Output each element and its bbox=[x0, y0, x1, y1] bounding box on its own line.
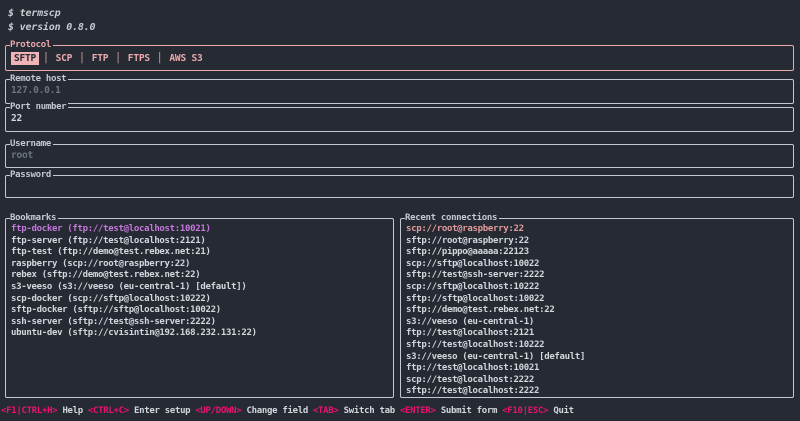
recent-connection-item[interactable]: scp://test@localhost:2222 bbox=[406, 375, 789, 387]
footer-hint-label: Help bbox=[62, 406, 82, 416]
footer-hint-key: <UP/DOWN> bbox=[195, 406, 241, 416]
recent-connection-item[interactable]: ftp://test@localhost:10021 bbox=[406, 363, 789, 375]
bookmarks-list: ftp-docker (ftp://test@localhost:10021)f… bbox=[6, 219, 393, 340]
terminal-intro-line-1: $ termscp bbox=[8, 7, 60, 20]
bookmark-item[interactable]: ftp-test (ftp://demo@test.rebex.net:21) bbox=[11, 247, 389, 259]
password-field[interactable]: Password bbox=[5, 175, 794, 198]
footer-hint-key: <F10|ESC> bbox=[502, 406, 548, 416]
protocol-tab-scp[interactable]: SCP bbox=[53, 52, 76, 65]
protocol-tab-ftps[interactable]: FTPS bbox=[125, 52, 153, 65]
footer-hint: <ENTER> Submit form bbox=[400, 405, 497, 417]
tab-separator: │ bbox=[39, 53, 53, 64]
bookmark-item[interactable]: s3-veeso (s3://veeso (eu-central-1) [def… bbox=[11, 282, 389, 294]
username-field[interactable]: Username root bbox=[5, 144, 794, 168]
footer-hint-key: <F1|CTRL+H> bbox=[1, 406, 57, 416]
username-input[interactable]: root bbox=[11, 147, 788, 165]
footer-hint: <TAB> Switch tab bbox=[313, 405, 395, 417]
recent-connection-item[interactable]: sftp://root@raspberry:22 bbox=[406, 236, 789, 248]
bookmark-item[interactable]: raspberry (scp://root@raspberry:22) bbox=[11, 259, 389, 271]
port-number-field[interactable]: Port number 22 bbox=[5, 107, 794, 132]
protocol-tab-ftp[interactable]: FTP bbox=[89, 52, 112, 65]
recent-connections-panel: Recent connections scp://root@raspberry:… bbox=[400, 218, 794, 398]
bookmark-item[interactable]: rebex (sftp://demo@test.rebex.net:22) bbox=[11, 270, 389, 282]
footer-hint-key: <CTRL+C> bbox=[88, 406, 129, 416]
termscp-window: $ termscp $ version 0.8.0 Protocol SFTP│… bbox=[0, 0, 800, 421]
protocol-tab-sftp[interactable]: SFTP bbox=[11, 52, 39, 65]
terminal-intro-line-2: $ version 0.8.0 bbox=[8, 21, 95, 34]
protocol-box: Protocol SFTP│SCP│FTP│FTPS│AWS S3 bbox=[5, 45, 794, 71]
port-number-input[interactable]: 22 bbox=[11, 110, 788, 128]
recent-connection-item[interactable]: sftp://test@localhost:2222 bbox=[406, 386, 789, 398]
footer-hint-key: <ENTER> bbox=[400, 406, 436, 416]
recent-connection-item[interactable]: scp://sftp@localhost:10222 bbox=[406, 282, 789, 294]
footer-hint-label: Enter setup bbox=[134, 406, 190, 416]
recent-connections-label: Recent connections bbox=[405, 213, 499, 224]
recent-connection-item[interactable]: sftp://test@localhost:10222 bbox=[406, 340, 789, 352]
bookmark-item[interactable]: ftp-server (ftp://test@localhost:2121) bbox=[11, 236, 389, 248]
recent-connection-item[interactable]: sftp://sftp@localhost:10022 bbox=[406, 294, 789, 306]
recent-connection-item[interactable]: ftp://test@localhost:2121 bbox=[406, 328, 789, 340]
footer-hint: <UP/DOWN> Change field bbox=[195, 405, 308, 417]
footer-hint-label: Submit form bbox=[441, 406, 497, 416]
bookmarks-panel: Bookmarks ftp-docker (ftp://test@localho… bbox=[5, 218, 394, 398]
protocol-box-label: Protocol bbox=[10, 40, 53, 51]
footer-hint: <CTRL+C> Enter setup bbox=[88, 405, 190, 417]
tab-separator: │ bbox=[153, 53, 167, 64]
bookmark-item[interactable]: ubuntu-dev (sftp://cvisintin@192.168.232… bbox=[11, 328, 389, 340]
recent-connection-item[interactable]: sftp://test@ssh-server:2222 bbox=[406, 270, 789, 282]
remote-host-field[interactable]: Remote host 127.0.0.1 bbox=[5, 79, 794, 104]
recent-connection-item[interactable]: sftp://demo@test.rebex.net:22 bbox=[406, 305, 789, 317]
protocol-tab-aws-s3[interactable]: AWS S3 bbox=[166, 52, 205, 65]
tab-separator: │ bbox=[111, 53, 125, 64]
bookmark-item[interactable]: scp-docker (scp://sftp@localhost:10222) bbox=[11, 294, 389, 306]
footer-hint-label: Switch tab bbox=[344, 406, 395, 416]
protocol-tabs: SFTP│SCP│FTP│FTPS│AWS S3 bbox=[6, 46, 793, 70]
tab-separator: │ bbox=[75, 53, 89, 64]
footer-bar: <F1|CTRL+H> Help <CTRL+C> Enter setup <UP/… bbox=[1, 405, 800, 417]
recent-connection-item[interactable]: scp://root@raspberry:22 bbox=[406, 224, 789, 236]
bookmark-item[interactable]: ssh-server (sftp://test@ssh-server:2222) bbox=[11, 317, 389, 329]
footer-hint-key: <TAB> bbox=[313, 406, 339, 416]
bookmark-item[interactable]: sftp-docker (sftp://sftp@localhost:10022… bbox=[11, 305, 389, 317]
remote-host-input[interactable]: 127.0.0.1 bbox=[11, 82, 788, 100]
footer-hint-label: Quit bbox=[553, 406, 573, 416]
recent-connection-item[interactable]: s3://veeso (eu-central-1) [default] bbox=[406, 352, 789, 364]
recent-connections-list: scp://root@raspberry:22sftp://root@raspb… bbox=[401, 219, 793, 398]
footer-hint: <F10|ESC> Quit bbox=[502, 405, 574, 417]
bookmark-item[interactable]: ftp-docker (ftp://test@localhost:10021) bbox=[11, 224, 389, 236]
bookmarks-label: Bookmarks bbox=[10, 213, 58, 224]
footer-hint: <F1|CTRL+H> Help bbox=[1, 405, 83, 417]
recent-connection-item[interactable]: scp://sftp@localhost:10022 bbox=[406, 259, 789, 271]
password-label: Password bbox=[10, 170, 53, 181]
recent-connection-item[interactable]: sftp://pippo@aaaaa:22123 bbox=[406, 247, 789, 259]
recent-connection-item[interactable]: s3://veeso (eu-central-1) bbox=[406, 317, 789, 329]
footer-hint-label: Change field bbox=[247, 406, 308, 416]
